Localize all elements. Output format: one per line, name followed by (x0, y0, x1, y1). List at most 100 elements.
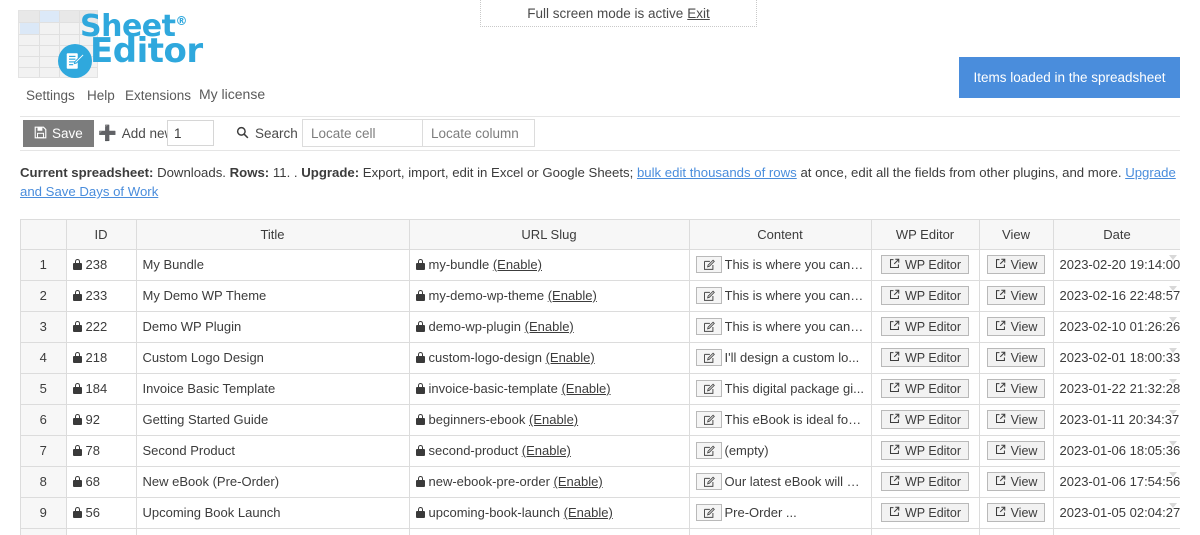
content-cell[interactable]: This eBook is ideal for ... (689, 404, 871, 435)
id-cell[interactable]: 238 (66, 249, 136, 280)
id-cell[interactable]: 222 (66, 311, 136, 342)
wp-editor-button[interactable]: WP Editor (881, 410, 969, 429)
url-slug-cell[interactable]: my-demo-wp-theme (Enable) (409, 280, 689, 311)
view-button[interactable]: View (987, 410, 1046, 429)
column-header-content[interactable]: Content (689, 220, 871, 249)
table-row[interactable]: 3222Demo WP Plugindemo-wp-plugin (Enable… (21, 311, 1180, 342)
items-loaded-badge[interactable]: Items loaded in the spreadsheet (959, 57, 1180, 98)
view-button[interactable]: View (987, 286, 1046, 305)
enable-link[interactable]: (Enable) (561, 381, 610, 396)
menu-item-my-license[interactable]: My license (199, 86, 265, 102)
row-number-cell[interactable]: 8 (21, 466, 66, 497)
id-cell[interactable]: 56 (66, 497, 136, 528)
url-slug-cell[interactable]: second-product (Enable) (409, 435, 689, 466)
url-slug-cell[interactable]: my-bundle (Enable) (409, 249, 689, 280)
chevron-down-icon[interactable] (1169, 286, 1177, 291)
edit-content-icon[interactable] (696, 442, 722, 459)
wp-editor-button[interactable]: WP Editor (881, 348, 969, 367)
title-cell[interactable] (136, 528, 409, 535)
date-cell[interactable]: 2023-02-16 22:48:57 (1053, 280, 1180, 311)
column-header-url-slug[interactable]: URL Slug (409, 220, 689, 249)
view-button[interactable]: View (987, 317, 1046, 336)
edit-content-icon[interactable] (696, 380, 722, 397)
menu-item-settings[interactable]: Settings (26, 88, 75, 103)
wp-editor-button[interactable]: WP Editor (881, 379, 969, 398)
id-cell[interactable]: 78 (66, 435, 136, 466)
wp-editor-button[interactable]: WP Editor (881, 472, 969, 491)
content-cell[interactable]: I'll design a custom lo... (689, 342, 871, 373)
enable-link[interactable]: (Enable) (522, 443, 571, 458)
enable-link[interactable]: (Enable) (554, 474, 603, 489)
fullscreen-exit-link[interactable]: Exit (687, 6, 710, 21)
content-cell[interactable]: This is where you can ... (689, 311, 871, 342)
column-header-date[interactable]: Date (1053, 220, 1180, 249)
row-number-cell[interactable]: 1 (21, 249, 66, 280)
edit-content-icon[interactable] (696, 411, 722, 428)
save-button[interactable]: Save (23, 120, 94, 147)
table-row[interactable]: 1238My Bundlemy-bundle (Enable)This is w… (21, 249, 1180, 280)
date-cell[interactable]: 2023-01-11 20:34:37 (1053, 404, 1180, 435)
spreadsheet-grid[interactable]: ID Title URL Slug Content WP Editor View… (20, 219, 1180, 535)
url-slug-cell[interactable]: demo-wp-plugin (Enable) (409, 311, 689, 342)
content-cell[interactable]: This is where you can ... (689, 249, 871, 280)
row-number-cell[interactable]: 7 (21, 435, 66, 466)
table-row[interactable] (21, 528, 1180, 535)
table-row[interactable]: 5184Invoice Basic Templateinvoice-basic-… (21, 373, 1180, 404)
edit-content-icon[interactable] (696, 287, 722, 304)
view-button[interactable]: View (987, 379, 1046, 398)
date-cell[interactable]: 2023-02-10 01:26:26 (1053, 311, 1180, 342)
row-number-cell[interactable]: 9 (21, 497, 66, 528)
edit-content-icon[interactable] (696, 504, 722, 521)
date-cell[interactable] (1053, 528, 1180, 535)
row-number-cell[interactable]: 2 (21, 280, 66, 311)
content-cell[interactable] (689, 528, 871, 535)
content-cell[interactable]: Pre-Order ... (689, 497, 871, 528)
id-cell[interactable]: 68 (66, 466, 136, 497)
date-cell[interactable]: 2023-01-06 17:54:56 (1053, 466, 1180, 497)
url-slug-cell[interactable]: new-ebook-pre-order (Enable) (409, 466, 689, 497)
table-row[interactable]: 2233My Demo WP Thememy-demo-wp-theme (En… (21, 280, 1180, 311)
chevron-down-icon[interactable] (1169, 348, 1177, 353)
title-cell[interactable]: Custom Logo Design (136, 342, 409, 373)
content-cell[interactable]: Our latest eBook will w... (689, 466, 871, 497)
search-button[interactable]: Search (228, 120, 306, 147)
chevron-down-icon[interactable] (1169, 255, 1177, 260)
edit-content-icon[interactable] (696, 318, 722, 335)
table-row[interactable]: 778Second Productsecond-product (Enable)… (21, 435, 1180, 466)
chevron-down-icon[interactable] (1169, 472, 1177, 477)
id-cell[interactable]: 184 (66, 373, 136, 404)
locate-column-input[interactable] (422, 119, 535, 147)
wp-editor-cell[interactable] (871, 528, 979, 535)
table-row[interactable]: 692Getting Started Guidebeginners-ebook … (21, 404, 1180, 435)
row-number-cell[interactable]: 5 (21, 373, 66, 404)
url-slug-cell[interactable]: upcoming-book-launch (Enable) (409, 497, 689, 528)
content-cell[interactable]: This is where you can ... (689, 280, 871, 311)
enable-link[interactable]: (Enable) (548, 288, 597, 303)
edit-content-icon[interactable] (696, 349, 722, 366)
url-slug-cell[interactable]: invoice-basic-template (Enable) (409, 373, 689, 404)
column-header-view[interactable]: View (979, 220, 1053, 249)
title-cell[interactable]: My Demo WP Theme (136, 280, 409, 311)
table-row[interactable]: 956Upcoming Book Launchupcoming-book-lau… (21, 497, 1180, 528)
edit-content-icon[interactable] (696, 473, 722, 490)
enable-link[interactable]: (Enable) (529, 412, 578, 427)
title-cell[interactable]: New eBook (Pre-Order) (136, 466, 409, 497)
view-button[interactable]: View (987, 348, 1046, 367)
enable-link[interactable]: (Enable) (493, 257, 542, 272)
date-cell[interactable]: 2023-01-22 21:32:28 (1053, 373, 1180, 404)
chevron-down-icon[interactable] (1169, 503, 1177, 508)
view-button[interactable]: View (987, 503, 1046, 522)
view-button[interactable]: View (987, 441, 1046, 460)
view-button[interactable]: View (987, 255, 1046, 274)
url-slug-cell[interactable] (409, 528, 689, 535)
wp-editor-button[interactable]: WP Editor (881, 317, 969, 336)
enable-link[interactable]: (Enable) (546, 350, 595, 365)
table-row[interactable]: 4218Custom Logo Designcustom-logo-design… (21, 342, 1180, 373)
date-cell[interactable]: 2023-01-05 02:04:27 (1053, 497, 1180, 528)
edit-content-icon[interactable] (696, 256, 722, 273)
content-cell[interactable]: This digital package gi... (689, 373, 871, 404)
view-button[interactable]: View (987, 472, 1046, 491)
column-header-rownum[interactable] (21, 220, 66, 249)
date-cell[interactable]: 2023-02-20 19:14:00 (1053, 249, 1180, 280)
menu-item-extensions[interactable]: Extensions (125, 88, 191, 103)
